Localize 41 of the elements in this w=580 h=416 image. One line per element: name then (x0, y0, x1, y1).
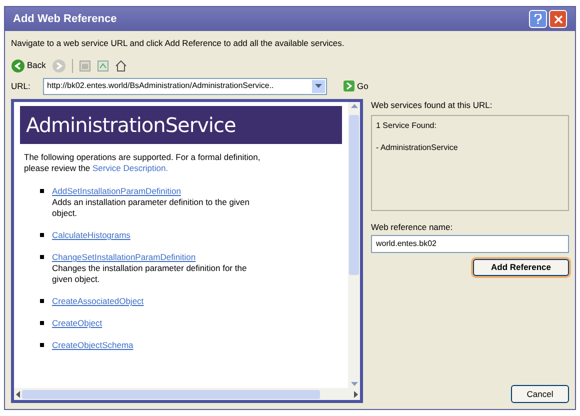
window-title: Add Web Reference (13, 12, 118, 27)
bullet-icon (40, 299, 44, 304)
refresh-page-icon[interactable] (96, 60, 109, 72)
stop-page-icon[interactable] (78, 60, 91, 72)
go-button[interactable]: Go (343, 80, 368, 93)
operation-link[interactable]: CalculateHistograms (52, 230, 130, 242)
scroll-left-icon[interactable] (16, 390, 20, 398)
url-field[interactable]: http://bk02.entes.world/BsAdministration/AdministrationService.. (43, 78, 327, 95)
url-label: URL: (11, 80, 32, 93)
operation-link[interactable]: CreateObjectSchema (52, 340, 134, 352)
services-text: - AdministrationService (376, 142, 459, 154)
operation-link[interactable]: ChangeSetInstallationParamDefinition (52, 252, 252, 264)
scroll-down-icon[interactable] (350, 382, 358, 386)
horizontal-scrollbar[interactable] (14, 388, 360, 400)
operation-description: Adds an installation parameter definition to the given object. (52, 196, 251, 219)
intro-text: The following operations are supported. For a formal definition, please review the Service Description. (23, 152, 262, 174)
operation-link[interactable]: CreateAssociatedObject (52, 296, 144, 308)
services-label: Web services found at this URL: (371, 98, 494, 112)
scroll-right-icon[interactable] (354, 390, 358, 398)
service-description-link[interactable]: Service Description. (92, 162, 168, 173)
vertical-scrollbar[interactable] (348, 102, 360, 388)
page-heading: AdministrationService (26, 112, 236, 137)
reference-name-field[interactable]: world.entes.bk02 (371, 235, 569, 254)
cancel-button[interactable]: Cancel (511, 385, 569, 403)
operation-link[interactable]: AddSetInstallationParamDefinition (52, 186, 252, 197)
help-icon[interactable] (529, 10, 547, 28)
operation-description: Changes the installation parameter definition for the given object. (52, 263, 248, 286)
scroll-up-icon[interactable] (350, 104, 358, 108)
bullet-icon (40, 321, 44, 326)
add-reference-button[interactable]: Add Reference (473, 259, 569, 276)
reference-name-label: Web reference name: (371, 220, 454, 234)
services-text: 1 Service Found: (376, 120, 438, 132)
back-button[interactable]: Back (11, 58, 46, 73)
home-icon[interactable] (114, 60, 127, 72)
close-icon[interactable] (549, 10, 567, 28)
instructions-text: Navigate to a web service URL and click Add Reference to add all the available services. (11, 37, 346, 50)
bullet-icon (40, 188, 44, 193)
bullet-icon (40, 343, 44, 348)
operation-link[interactable]: CreateObject (52, 318, 102, 330)
bullet-icon (40, 255, 44, 260)
bullet-icon (40, 232, 44, 237)
